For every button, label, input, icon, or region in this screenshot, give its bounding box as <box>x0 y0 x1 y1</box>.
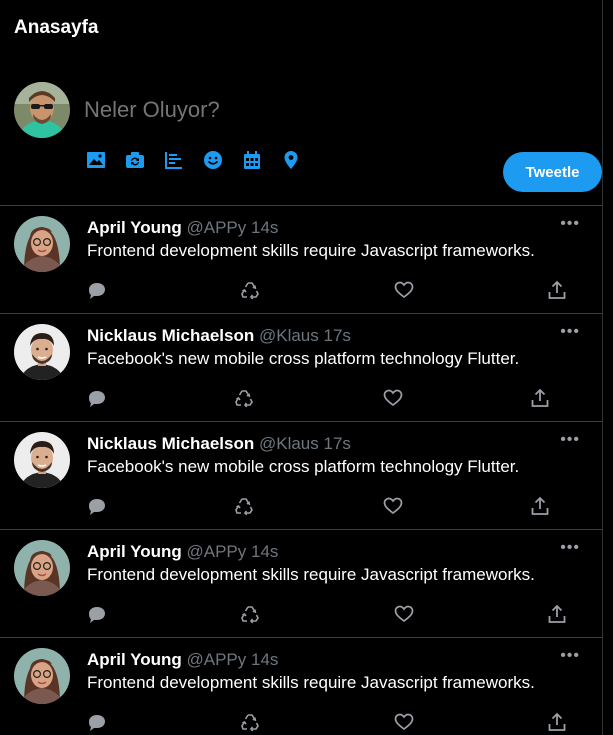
author-name[interactable]: Nicklaus Michaelson <box>87 326 254 345</box>
share-icon[interactable] <box>530 496 550 516</box>
retweet-icon[interactable] <box>234 496 254 516</box>
author-avatar[interactable] <box>14 648 70 704</box>
author-handle[interactable]: @Klaus <box>259 326 319 345</box>
author-handle[interactable]: @APPy <box>187 650 247 669</box>
tweet-meta: Nicklaus Michaelson @Klaus 17s <box>87 434 351 454</box>
tweet-input[interactable] <box>84 97 564 123</box>
emoji-icon[interactable] <box>203 150 223 170</box>
share-icon[interactable] <box>547 712 567 732</box>
tweet-actions <box>87 280 587 304</box>
reply-icon[interactable] <box>87 496 107 516</box>
more-options-icon[interactable]: ••• <box>560 647 580 665</box>
share-icon[interactable] <box>547 280 567 300</box>
tweet-time: 14s <box>251 542 279 561</box>
tweet[interactable]: April Young @APPy 14s Frontend developme… <box>0 206 602 314</box>
composer-toolbar <box>86 150 320 170</box>
tweet-actions <box>87 712 587 735</box>
author-avatar[interactable] <box>14 432 70 488</box>
like-icon[interactable] <box>383 388 403 408</box>
more-options-icon[interactable]: ••• <box>560 215 580 233</box>
tweet-meta: Nicklaus Michaelson @Klaus 17s <box>87 326 351 346</box>
page-header: Anasayfa <box>0 0 602 56</box>
tweet-meta: April Young @APPy 14s <box>87 542 278 562</box>
tweet-list: April Young @APPy 14s Frontend developme… <box>0 206 602 735</box>
tweet[interactable]: Nicklaus Michaelson @Klaus 17s Facebook'… <box>0 422 602 530</box>
tweet-text: Frontend development skills require Java… <box>87 673 535 692</box>
author-name[interactable]: April Young <box>87 542 182 561</box>
more-options-icon[interactable]: ••• <box>560 539 580 557</box>
tweet-composer: Tweetle <box>0 56 602 206</box>
tweet-button[interactable]: Tweetle <box>503 152 602 192</box>
reply-icon[interactable] <box>87 712 107 732</box>
author-avatar[interactable] <box>14 324 70 380</box>
more-options-icon[interactable]: ••• <box>560 431 580 449</box>
like-icon[interactable] <box>394 604 414 624</box>
gif-icon[interactable] <box>125 150 145 170</box>
reply-icon[interactable] <box>87 604 107 624</box>
image-icon[interactable] <box>86 150 106 170</box>
tweet-actions <box>87 604 587 628</box>
tweet-time: 14s <box>251 650 279 669</box>
retweet-icon[interactable] <box>234 388 254 408</box>
tweet-time: 14s <box>251 218 279 237</box>
share-icon[interactable] <box>547 604 567 624</box>
poll-icon[interactable] <box>164 150 184 170</box>
location-icon[interactable] <box>281 150 301 170</box>
tweet-actions <box>87 388 587 412</box>
tweet-text: Frontend development skills require Java… <box>87 565 535 584</box>
tweet-text: Frontend development skills require Java… <box>87 241 535 260</box>
author-name[interactable]: April Young <box>87 218 182 237</box>
author-avatar[interactable] <box>14 216 70 272</box>
retweet-icon[interactable] <box>240 712 260 732</box>
author-name[interactable]: April Young <box>87 650 182 669</box>
author-avatar[interactable] <box>14 540 70 596</box>
tweet-time: 17s <box>323 434 351 453</box>
retweet-icon[interactable] <box>240 280 260 300</box>
tweet[interactable]: April Young @APPy 14s Frontend developme… <box>0 638 602 735</box>
like-icon[interactable] <box>383 496 403 516</box>
tweet-meta: April Young @APPy 14s <box>87 650 278 670</box>
current-user-avatar[interactable] <box>14 82 70 143</box>
like-icon[interactable] <box>394 280 414 300</box>
tweet-actions <box>87 496 587 520</box>
tweet[interactable]: Nicklaus Michaelson @Klaus 17s Facebook'… <box>0 314 602 422</box>
like-icon[interactable] <box>394 712 414 732</box>
reply-icon[interactable] <box>87 280 107 300</box>
tweet[interactable]: April Young @APPy 14s Frontend developme… <box>0 530 602 638</box>
tweet-text: Facebook's new mobile cross platform tec… <box>87 349 520 368</box>
tweet-meta: April Young @APPy 14s <box>87 218 278 238</box>
page-title: Anasayfa <box>14 17 99 38</box>
home-feed: Anasayfa Neler Oluyor? Tweetle April You… <box>0 0 603 735</box>
schedule-icon[interactable] <box>242 150 262 170</box>
retweet-icon[interactable] <box>240 604 260 624</box>
author-handle[interactable]: @Klaus <box>259 434 319 453</box>
tweet-time: 17s <box>323 326 351 345</box>
author-name[interactable]: Nicklaus Michaelson <box>87 434 254 453</box>
share-icon[interactable] <box>530 388 550 408</box>
more-options-icon[interactable]: ••• <box>560 323 580 341</box>
author-handle[interactable]: @APPy <box>187 218 247 237</box>
author-handle[interactable]: @APPy <box>187 542 247 561</box>
tweet-text: Facebook's new mobile cross platform tec… <box>87 457 520 476</box>
reply-icon[interactable] <box>87 388 107 408</box>
